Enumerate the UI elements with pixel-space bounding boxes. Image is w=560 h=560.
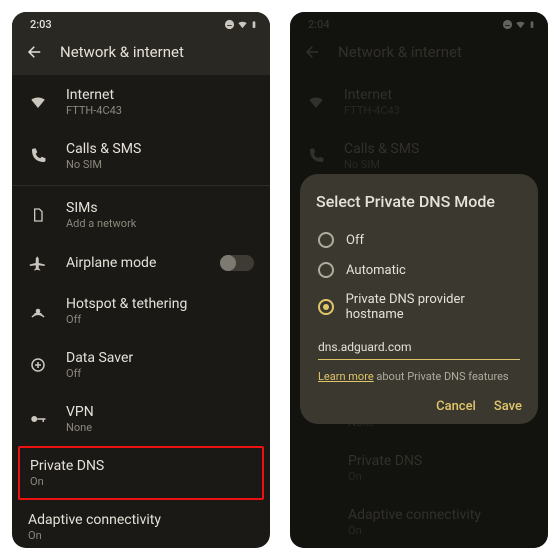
dialog-title: Select Private DNS Mode [316, 192, 522, 211]
divider [12, 185, 270, 186]
row-label: Private DNS [348, 453, 532, 469]
row-label: Data Saver [66, 350, 254, 366]
app-bar: Network & internet [12, 33, 270, 75]
clock: 2:03 [30, 18, 52, 31]
row-calls-sms[interactable]: Calls & SMS No SIM [12, 129, 270, 183]
row-label: Adaptive connectivity [348, 507, 532, 523]
row-sub: On [348, 524, 532, 537]
row-sub: Off [66, 313, 254, 326]
app-bar: Network & internet [290, 33, 548, 75]
learn-more-link[interactable]: Learn more [318, 370, 374, 383]
row-sub: On [30, 475, 252, 488]
phone-sms-icon [306, 147, 326, 165]
clock: 2:04 [308, 18, 330, 31]
back-icon[interactable] [304, 43, 322, 61]
row-label: VPN [66, 404, 254, 420]
phone-right: 2:04 Network & internet Internet FTTH-4C… [290, 12, 548, 548]
radio-hostname[interactable]: Private DNS provider hostname [316, 285, 522, 329]
status-icons [224, 18, 258, 31]
hotspot-icon [28, 302, 48, 320]
battery-icon [250, 19, 258, 30]
wifi-icon [28, 93, 48, 111]
dialog-actions: Cancel Save [316, 399, 522, 414]
radio-icon [318, 262, 334, 278]
radio-off[interactable]: Off [316, 225, 522, 255]
row-internet[interactable]: Internet FTTH-4C43 [12, 75, 270, 129]
row-sub: FTTH-4C43 [344, 104, 532, 117]
status-icons [502, 18, 536, 31]
radio-label: Automatic [346, 263, 406, 278]
row-sub: Add a network [66, 217, 254, 230]
radio-automatic[interactable]: Automatic [316, 255, 522, 285]
row-sims[interactable]: SIMs Add a network [12, 188, 270, 242]
row-sub: Off [66, 367, 254, 380]
vpn-key-icon [28, 410, 48, 428]
status-bar: 2:03 [12, 12, 270, 33]
row-sub: FTTH-4C43 [66, 104, 254, 117]
row-label: Calls & SMS [344, 141, 532, 157]
learn-more-text: Learn more about Private DNS features [318, 370, 520, 383]
row-label: Internet [344, 87, 532, 103]
row-sub: On [348, 470, 532, 483]
airplane-switch[interactable] [220, 255, 254, 271]
row-adaptive[interactable]: Adaptive connectivity On [12, 500, 270, 548]
radio-label: Off [346, 233, 364, 248]
row-label: Internet [66, 87, 254, 103]
row-hotspot[interactable]: Hotspot & tethering Off [12, 284, 270, 338]
row-sub: No SIM [66, 158, 254, 171]
row-sub: No SIM [344, 158, 532, 171]
wifi-icon [515, 19, 526, 30]
phone-left: 2:03 Network & internet Internet FTTH-4C… [12, 12, 270, 548]
row-sub: On [28, 529, 254, 542]
radio-icon [318, 232, 334, 248]
row-adaptive: Adaptive connectivity On [290, 495, 548, 548]
row-label: Calls & SMS [66, 141, 254, 157]
highlight-private-dns: Private DNS On [18, 446, 264, 500]
row-airplane[interactable]: Airplane mode [12, 242, 270, 284]
battery-icon [528, 19, 536, 30]
row-label: SIMs [66, 200, 254, 216]
dnd-icon [224, 19, 235, 30]
settings-list: Internet FTTH-4C43 Calls & SMS No SIM SI… [12, 75, 270, 548]
row-private-dns: Private DNS On [290, 441, 548, 495]
row-data-saver[interactable]: Data Saver Off [12, 338, 270, 392]
row-sub: None [66, 421, 254, 434]
row-label: Private DNS [30, 458, 252, 474]
row-label: Adaptive connectivity [28, 512, 254, 528]
private-dns-dialog: Select Private DNS Mode Off Automatic Pr… [300, 174, 538, 424]
wifi-icon [237, 19, 248, 30]
row-label: Hotspot & tethering [66, 296, 254, 312]
radio-label: Private DNS provider hostname [346, 292, 520, 322]
row-private-dns[interactable]: Private DNS On [20, 448, 262, 498]
back-icon[interactable] [26, 43, 44, 61]
dnd-icon [502, 19, 513, 30]
airplane-icon [28, 254, 48, 272]
phone-sms-icon [28, 147, 48, 165]
hostname-input[interactable]: dns.adguard.com [318, 337, 520, 360]
radio-icon [318, 299, 334, 315]
row-label: Airplane mode [66, 255, 202, 271]
row-vpn[interactable]: VPN None [12, 392, 270, 446]
learn-more-rest: about Private DNS features [374, 370, 509, 383]
data-saver-icon [28, 356, 48, 374]
wifi-icon [306, 93, 326, 111]
page-title: Network & internet [60, 43, 184, 61]
cancel-button[interactable]: Cancel [436, 399, 476, 414]
sim-icon [28, 207, 48, 223]
save-button[interactable]: Save [494, 399, 522, 414]
row-internet: Internet FTTH-4C43 [290, 75, 548, 129]
status-bar: 2:04 [290, 12, 548, 33]
page-title: Network & internet [338, 43, 462, 61]
